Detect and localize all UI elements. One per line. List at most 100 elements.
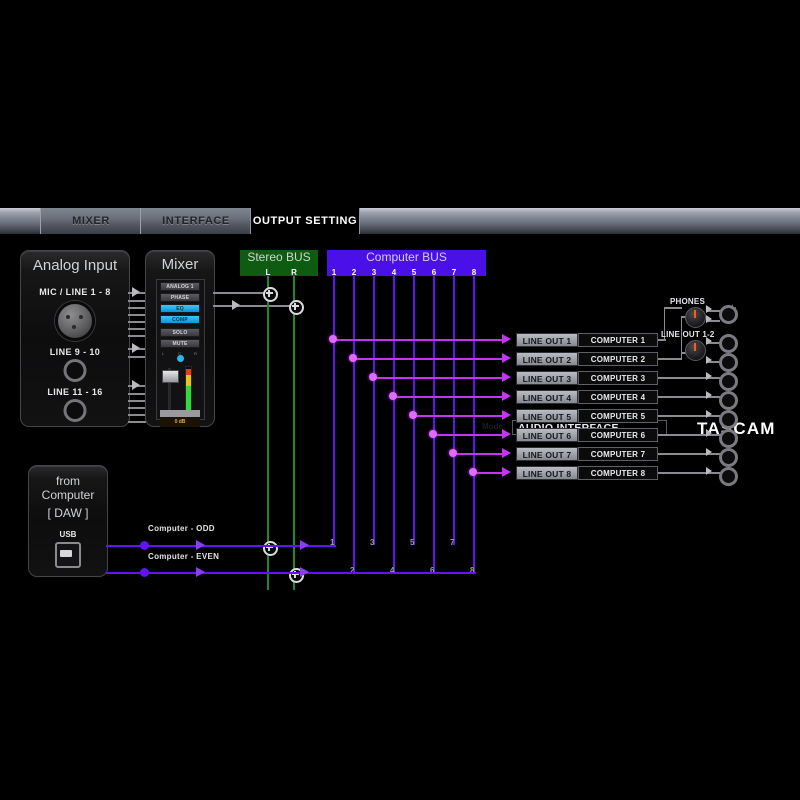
line-9-10-label: LINE 9 - 10	[49, 347, 101, 357]
pan-label-right: R	[194, 351, 197, 356]
computer-bus-line-4	[393, 276, 395, 572]
line-out-2-button[interactable]: LINE OUT 2	[516, 352, 578, 366]
from-computer-line2: Computer	[41, 488, 95, 502]
bus-tap-5[interactable]	[409, 411, 417, 419]
pan-label-left: L	[162, 351, 165, 356]
line-out-6-button[interactable]: LINE OUT 6	[516, 428, 578, 442]
usb-label: USB	[59, 530, 77, 539]
line-out-3-source[interactable]: COMPUTER 3	[578, 371, 658, 385]
stereo-bus-node-l-odd[interactable]	[263, 541, 278, 556]
mic-line-1-8-label: MIC / LINE 1 - 8	[39, 287, 111, 297]
line-out-2-source[interactable]: COMPUTER 2	[578, 352, 658, 366]
bus-bottom-num-7: 7	[450, 538, 455, 547]
line-out-4-button[interactable]: LINE OUT 4	[516, 390, 578, 404]
line-out-1-source[interactable]: COMPUTER 1	[578, 333, 658, 347]
computer-bus-line-1	[333, 276, 335, 545]
phones-knob[interactable]	[685, 307, 706, 328]
mixer-channel-strip: ANALOG 1 PHASE EQ COMP SOLO MUTE L C R 0…	[156, 279, 205, 427]
fader-handle[interactable]	[162, 370, 179, 383]
computer-even-label: Computer - EVEN	[148, 552, 220, 561]
line-11-16-jack[interactable]	[63, 399, 87, 422]
bus-tap-4[interactable]	[389, 392, 397, 400]
table-row: LINE OUT 5 COMPUTER 5	[516, 409, 658, 423]
line-out-3-button[interactable]: LINE OUT 3	[516, 371, 578, 385]
line-out-8-button[interactable]: LINE OUT 8	[516, 466, 578, 480]
analog-input-title: Analog Input	[32, 257, 118, 274]
stereo-bus-node-r-top[interactable]	[289, 300, 304, 315]
mixer-panel: Mixer ANALOG 1 PHASE EQ COMP SOLO MUTE L…	[145, 250, 215, 427]
channel-name-button[interactable]: ANALOG 1	[160, 282, 200, 291]
line-out-7-source[interactable]: COMPUTER 7	[578, 447, 658, 461]
tab-bar-underline	[0, 234, 800, 238]
computer-bus-line-3	[373, 276, 375, 545]
line-out-5-button[interactable]: LINE OUT 5	[516, 409, 578, 423]
usb-port-icon	[55, 542, 81, 568]
level-readout: 0 dB	[160, 418, 200, 427]
bus-tap-7[interactable]	[449, 449, 457, 457]
xlr-combo-jack[interactable]	[55, 301, 95, 341]
table-row: LINE OUT 3 COMPUTER 3	[516, 371, 658, 385]
pan-control[interactable]: L C R	[160, 351, 200, 363]
from-computer-line1: from	[56, 474, 80, 488]
computer-bus-header: Computer BUS 1 2 3 4 5 6 7 8	[327, 250, 486, 277]
eq-button[interactable]: EQ	[160, 304, 200, 313]
line-out-1-2-knob[interactable]	[685, 340, 706, 361]
bus-tap-6[interactable]	[429, 430, 437, 438]
line-9-10-jack[interactable]	[63, 359, 87, 382]
tab-interface[interactable]: INTERFACE	[140, 208, 252, 234]
mixer-title: Mixer	[161, 256, 199, 273]
table-row: LINE OUT 1 COMPUTER 1	[516, 333, 658, 347]
bus-tap-8[interactable]	[469, 468, 477, 476]
line-out-4-source[interactable]: COMPUTER 4	[578, 390, 658, 404]
line-out-6-source[interactable]: COMPUTER 6	[578, 428, 658, 442]
bus-tap-3[interactable]	[369, 373, 377, 381]
table-row: LINE OUT 6 COMPUTER 6	[516, 428, 658, 442]
computer-bus-line-6	[433, 276, 435, 572]
computer-bus-title: Computer BUS	[366, 250, 447, 264]
table-row: LINE OUT 8 COMPUTER 8	[516, 466, 658, 480]
stereo-bus-node-l-top[interactable]	[263, 287, 278, 302]
table-row: LINE OUT 7 COMPUTER 7	[516, 447, 658, 461]
line-out-7-jack[interactable]	[719, 448, 738, 467]
bus-tap-2[interactable]	[349, 354, 357, 362]
table-row: LINE OUT 4 COMPUTER 4	[516, 390, 658, 404]
tascam-settings-panel: MIXER INTERFACE OUTPUT SETTING Mode: AUD…	[0, 0, 800, 800]
channel-select-button[interactable]	[160, 410, 200, 417]
line-out-3-jack[interactable]	[719, 372, 738, 391]
comp-button[interactable]: COMP	[160, 315, 200, 324]
stereo-bus-title: Stereo BUS	[247, 250, 311, 264]
bus-bottom-num-5: 5	[410, 538, 415, 547]
from-computer-panel: from Computer [ DAW ] USB	[28, 465, 108, 577]
phones-jack[interactable]	[719, 305, 738, 324]
level-meter	[185, 366, 192, 415]
solo-button[interactable]: SOLO	[160, 328, 200, 337]
line-11-16-label: LINE 11 - 16	[47, 387, 103, 397]
computer-bus-line-8	[473, 276, 475, 572]
phase-button[interactable]: PHASE	[160, 293, 200, 302]
analog-input-panel: Analog Input MIC / LINE 1 - 8 LINE 9 - 1…	[20, 250, 130, 427]
computer-bus-line-2	[353, 276, 355, 572]
pan-knob[interactable]	[177, 355, 184, 362]
tab-output-setting[interactable]: OUTPUT SETTING	[250, 208, 360, 234]
bus-tap-1[interactable]	[329, 335, 337, 343]
line-out-1-button[interactable]: LINE OUT 1	[516, 333, 578, 347]
tab-mixer[interactable]: MIXER	[40, 208, 142, 234]
from-computer-line3: [ DAW ]	[47, 506, 89, 520]
tab-bar: MIXER INTERFACE OUTPUT SETTING Mode: AUD…	[0, 208, 800, 438]
bus-bottom-num-3: 3	[370, 538, 375, 547]
line-out-6-jack[interactable]	[719, 429, 738, 448]
line-out-1-jack[interactable]	[719, 334, 738, 353]
line-out-4-jack[interactable]	[719, 391, 738, 410]
table-row: LINE OUT 2 COMPUTER 2	[516, 352, 658, 366]
mute-button[interactable]: MUTE	[160, 339, 200, 348]
line-out-5-jack[interactable]	[719, 410, 738, 429]
computer-bus-line-7	[453, 276, 455, 545]
line-out-5-source[interactable]: COMPUTER 5	[578, 409, 658, 423]
line-out-7-button[interactable]: LINE OUT 7	[516, 447, 578, 461]
line-out-8-source[interactable]: COMPUTER 8	[578, 466, 658, 480]
line-out-2-jack[interactable]	[719, 353, 738, 372]
computer-odd-label: Computer - ODD	[148, 524, 215, 533]
line-out-8-jack[interactable]	[719, 467, 738, 486]
stereo-bus-line-r	[293, 276, 295, 590]
line-out-1-2-label: LINE OUT 1-2	[661, 330, 715, 339]
